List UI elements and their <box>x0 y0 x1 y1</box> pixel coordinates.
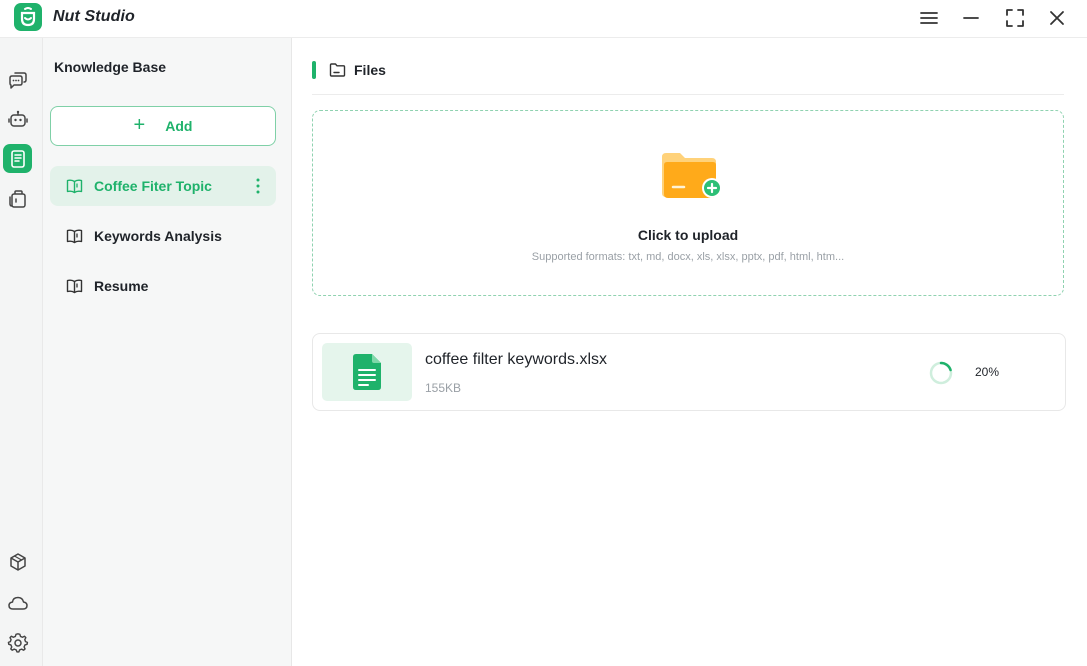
robot-icon <box>7 110 28 127</box>
more-vertical-icon[interactable] <box>254 177 262 195</box>
upload-dropzone[interactable]: Click to upload Supported formats: txt, … <box>312 110 1064 296</box>
book-icon <box>66 179 83 194</box>
main-panel: Files Click to upload Supported formats:… <box>292 38 1087 666</box>
rail-settings-button[interactable] <box>3 628 32 657</box>
add-button[interactable]: + Add <box>50 106 276 146</box>
sidebar-title: Knowledge Base <box>54 59 167 75</box>
menu-button[interactable] <box>915 5 943 31</box>
file-name: coffee filter keywords.xlsx <box>425 351 607 368</box>
minimize-icon <box>963 17 979 19</box>
sidebar-item-coffee-fiter-topic[interactable]: Coffee Fiter Topic <box>50 166 276 206</box>
file-size: 155KB <box>425 381 462 395</box>
sidebar-item-keywords-analysis[interactable]: Keywords Analysis <box>50 216 276 256</box>
toolbox-icon <box>8 189 26 208</box>
file-thumbnail <box>322 343 412 401</box>
file-card[interactable]: coffee filter keywords.xlsx 155KB 20% <box>312 333 1066 411</box>
upload-title: Click to upload <box>637 227 739 243</box>
cloud-icon <box>7 596 28 610</box>
files-header: Files <box>312 60 1064 95</box>
section-accent-bar <box>312 61 316 79</box>
rail-knowledge-base-button[interactable] <box>3 144 32 173</box>
package-icon <box>9 552 26 571</box>
upload-formats-hint: Supported formats: txt, md, docx, xls, x… <box>531 251 845 263</box>
sidebar-item-label: Coffee Fiter Topic <box>94 178 212 194</box>
section-title: Files <box>354 62 386 78</box>
menu-icon <box>920 12 938 24</box>
sidebar-item-resume[interactable]: Resume <box>50 266 276 306</box>
settings-icon <box>7 632 28 653</box>
spreadsheet-file-icon <box>353 354 381 390</box>
maximize-icon <box>1006 9 1024 27</box>
minimize-button[interactable] <box>957 5 985 31</box>
plus-icon: + <box>133 114 146 136</box>
file-progress-text: 20% <box>975 365 1000 379</box>
app-window: Nut Studio Knowledge Base + Add Coffee F… <box>0 0 1087 666</box>
close-button[interactable] <box>1043 5 1071 31</box>
rail-toolbox-button[interactable] <box>3 184 32 213</box>
rail-package-button[interactable] <box>3 547 32 576</box>
book-icon <box>66 279 83 294</box>
add-button-label: Add <box>165 118 193 134</box>
chat-icon <box>8 71 27 89</box>
rail-cloud-button[interactable] <box>3 588 32 617</box>
app-logo-icon <box>14 3 42 31</box>
rail-chat-button[interactable] <box>3 65 32 94</box>
rail-robot-button[interactable] <box>3 105 32 134</box>
close-icon <box>1050 11 1064 25</box>
app-title: Nut Studio <box>53 8 135 25</box>
sidebar-item-label: Resume <box>94 278 149 294</box>
icon-rail <box>0 38 43 666</box>
sidebar-item-label: Keywords Analysis <box>94 228 222 244</box>
maximize-button[interactable] <box>1001 5 1029 31</box>
folder-outline-icon <box>329 63 346 77</box>
folder-add-icon <box>662 153 722 198</box>
knowledge-base-icon <box>10 149 25 168</box>
knowledge-base-sidebar: Knowledge Base + Add Coffee Fiter Topic … <box>43 38 292 666</box>
book-icon <box>66 229 83 244</box>
title-bar: Nut Studio <box>0 0 1087 38</box>
progress-ring <box>929 361 953 385</box>
